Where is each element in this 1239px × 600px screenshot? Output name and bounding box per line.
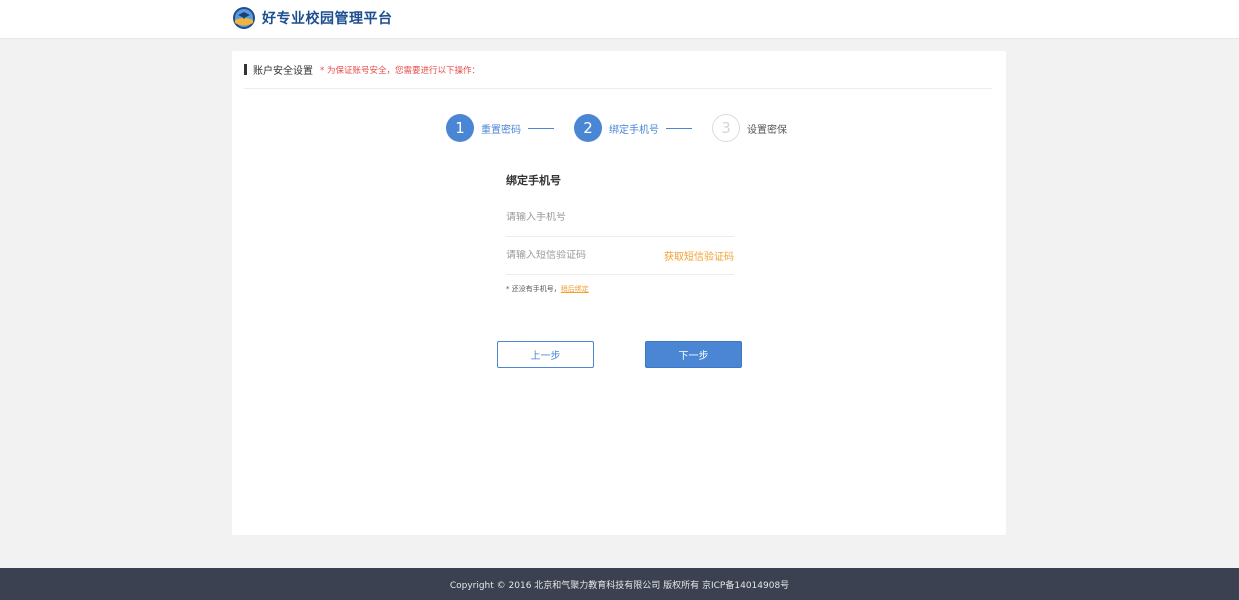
top-header: 好专业校园管理平台 [0,0,1239,39]
get-sms-code-button[interactable]: 获取短信验证码 [664,248,734,263]
phone-field-row [506,199,734,237]
platform-title: 好专业校园管理平台 [262,11,393,27]
card-title: 账户安全设置 [253,66,313,77]
sms-code-input[interactable] [506,250,646,261]
phone-input[interactable] [506,212,646,223]
no-phone-hint: * 还没有手机号，稍后绑定 [506,284,734,294]
step-label-2: 绑定手机号 [609,124,659,136]
page-footer: Copyright © 2016 北京和气聚力教育科技有限公司 版权所有 京IC… [0,568,1239,600]
security-note: * 为保证账号安全，您需要进行以下操作： [320,65,480,76]
step-label-1: 重置密码 [481,124,521,136]
card-header: 账户安全设置 * 为保证账号安全，您需要进行以下操作： [244,51,992,89]
step-connector-2 [666,127,692,129]
step-bind-phone: 2 绑定手机号 [574,114,712,142]
hint-text: * 还没有手机号， [506,285,561,293]
copyright-text: Copyright © 2016 北京和气聚力教育科技有限公司 版权所有 京IC… [449,580,790,591]
step-number-2: 2 [574,114,602,142]
bind-later-link[interactable]: 稍后绑定 [561,285,589,293]
logo[interactable]: 好专业校园管理平台 [232,6,393,30]
step-number-3: 3 [712,114,740,142]
security-settings-card: 账户安全设置 * 为保证账号安全，您需要进行以下操作： 1 重置密码 2 绑定手… [232,51,1006,535]
sms-code-field-row: 获取短信验证码 [506,237,734,275]
progress-steps: 1 重置密码 2 绑定手机号 3 设置密保 [446,114,787,142]
step-reset-password: 1 重置密码 [446,114,574,142]
title-bar-marker [244,64,247,75]
step-set-security-question: 3 设置密保 [712,114,787,142]
bind-phone-form: 绑定手机号 获取短信验证码 * 还没有手机号，稍后绑定 [506,174,734,294]
next-step-button[interactable]: 下一步 [645,341,742,368]
step-number-1: 1 [446,114,474,142]
graduation-globe-icon [233,7,255,29]
step-label-3: 设置密保 [747,124,787,136]
previous-step-button[interactable]: 上一步 [497,341,594,368]
form-title: 绑定手机号 [506,174,561,187]
step-connector-1 [528,127,554,129]
